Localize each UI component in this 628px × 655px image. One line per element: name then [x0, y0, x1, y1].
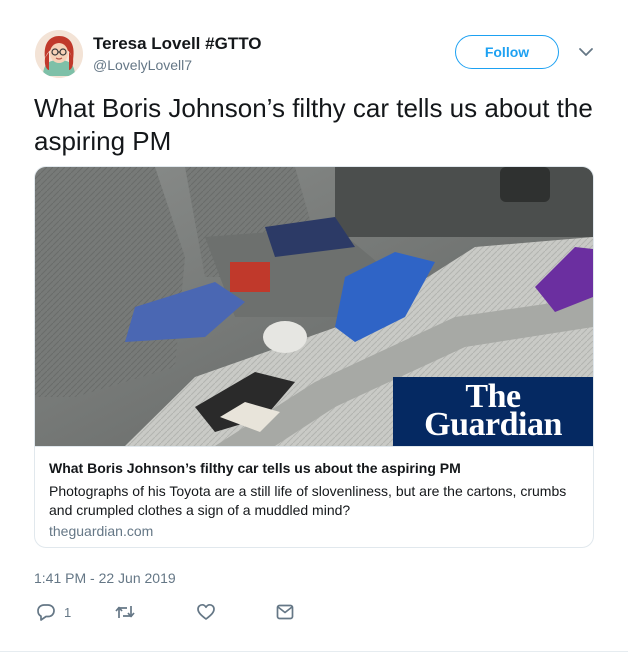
- card-title: What Boris Johnson’s filthy car tells us…: [49, 460, 461, 476]
- divider: [0, 651, 628, 652]
- retweet-icon: [115, 606, 135, 618]
- chevron-down-icon[interactable]: [578, 45, 594, 59]
- reply-count: 1: [64, 605, 72, 620]
- author-handle[interactable]: @LovelyLovell7: [93, 57, 192, 73]
- reply-icon: [37, 604, 55, 621]
- follow-button[interactable]: Follow: [455, 35, 559, 69]
- card-image: The Guardian: [35, 167, 593, 446]
- author-name[interactable]: Teresa Lovell #GTTO: [93, 34, 262, 54]
- tweet: Teresa Lovell #GTTO @LovelyLovell7 Follo…: [0, 0, 628, 655]
- card-description: Photographs of his Toyota are a still li…: [49, 483, 567, 518]
- guardian-logo-line2: Guardian: [424, 406, 562, 443]
- envelope-icon: [276, 604, 294, 620]
- like-button[interactable]: [196, 602, 216, 622]
- guardian-logo: The Guardian: [393, 377, 593, 446]
- tweet-text: What Boris Johnson’s filthy car tells us…: [34, 93, 593, 156]
- link-card[interactable]: The Guardian What Boris Johnson’s filthy…: [34, 166, 594, 548]
- reply-button[interactable]: 1: [36, 602, 86, 622]
- heart-icon: [197, 603, 215, 620]
- avatar[interactable]: [35, 30, 83, 78]
- direct-message-button[interactable]: [275, 602, 295, 622]
- retweet-button[interactable]: [114, 602, 136, 622]
- tweet-timestamp[interactable]: 1:41 PM - 22 Jun 2019: [34, 570, 176, 586]
- card-body: What Boris Johnson’s filthy car tells us…: [35, 446, 593, 547]
- avatar-illustration: [35, 30, 83, 78]
- card-domain: theguardian.com: [49, 523, 154, 539]
